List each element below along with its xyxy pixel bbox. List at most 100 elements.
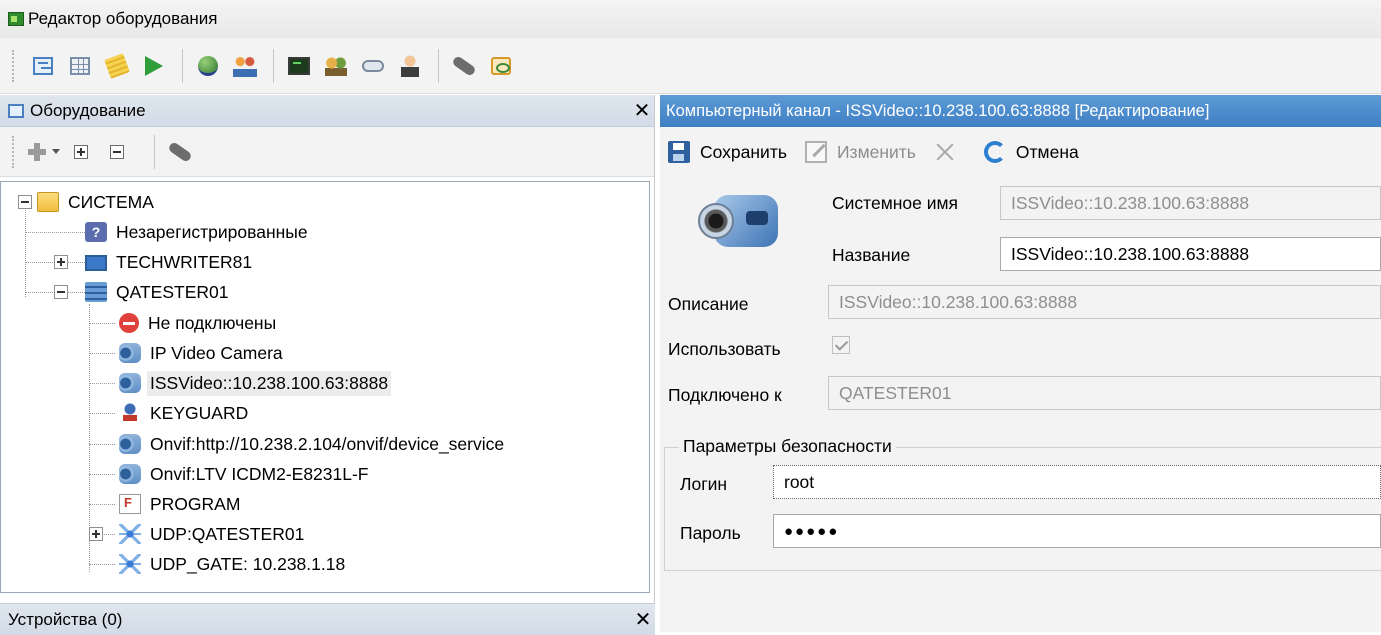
tree-node-qatester[interactable]: QATESTER01 [85, 277, 232, 307]
group-button[interactable] [319, 49, 353, 83]
tree-node-label: PROGRAM [150, 493, 241, 514]
save-icon [668, 141, 690, 163]
tree-line [89, 474, 115, 475]
system-name-label: Системное имя [832, 193, 959, 213]
system-name-field[interactable]: ISSVideo::10.238.100.63:8888 [1000, 186, 1381, 220]
tree-line [89, 564, 115, 565]
equipment-tree: СИСТЕМА ? Незарегистрированные TECHWRITE… [0, 181, 650, 593]
devices-panel-header: Устройства (0) ✕ [0, 603, 655, 635]
person-icon [401, 54, 419, 77]
pen-icon [451, 54, 477, 77]
edit-button[interactable]: Изменить [804, 141, 916, 163]
tree-node-label: UDP:QATESTER01 [150, 523, 305, 544]
toolbar-grip[interactable] [12, 135, 16, 168]
settings-button[interactable] [163, 135, 197, 169]
drive-button[interactable] [356, 49, 390, 83]
monitor-button[interactable] [282, 49, 316, 83]
save-button[interactable]: Сохранить [668, 141, 787, 163]
password-field[interactable]: ●●●●● [773, 514, 1381, 548]
tree-node-not-connected[interactable]: Не подключены [119, 308, 279, 338]
window-titlebar: Редактор оборудования [0, 0, 1381, 38]
connected-field[interactable]: QATESTER01 [828, 376, 1381, 410]
undo-icon [983, 141, 1006, 163]
camera-icon [119, 464, 141, 484]
tree-node-issvideo[interactable]: ISSVideo::10.238.100.63:8888 [119, 368, 392, 398]
tree-line [89, 383, 115, 384]
flag-button[interactable] [137, 49, 171, 83]
description-label: Описание [668, 294, 749, 314]
tree-line [25, 202, 26, 297]
tree-node-unregistered[interactable]: ? Незарегистрированные [85, 217, 311, 247]
users-button[interactable] [228, 49, 262, 83]
tree-node-label: KEYGUARD [150, 402, 249, 423]
login-label: Логин [680, 474, 728, 494]
camera-icon [119, 343, 141, 363]
edit-label: Изменить [836, 141, 916, 162]
globe-button[interactable] [191, 49, 225, 83]
tree-node-udp-gate[interactable]: UDP_GATE: 10.238.1.18 [119, 549, 348, 579]
grid-view-button[interactable] [63, 49, 97, 83]
collapse-all-button[interactable] [110, 144, 124, 159]
tree-node-label: СИСТЕМА [68, 191, 154, 212]
notes-icon [104, 52, 130, 79]
tree-collapse-toggle[interactable] [54, 285, 68, 299]
tree-expand-toggle[interactable] [89, 527, 103, 541]
tree-node-system[interactable]: СИСТЕМА [37, 187, 157, 217]
add-button[interactable] [26, 141, 48, 163]
keyguard-icon [119, 403, 141, 423]
notes-button[interactable] [100, 49, 134, 83]
person-button[interactable] [393, 49, 427, 83]
expand-all-button[interactable] [74, 144, 88, 159]
camera-icon [119, 434, 141, 454]
close-icon[interactable]: ✕ [630, 98, 654, 123]
flag-icon [145, 55, 163, 76]
tree-collapse-toggle[interactable] [18, 195, 32, 209]
security-title: Параметры безопасности [679, 436, 896, 457]
tree-node-label: IP Video Camera [150, 342, 283, 363]
tree-node-techwriter[interactable]: TECHWRITER81 [85, 247, 255, 277]
question-icon: ? [85, 222, 107, 242]
folder-icon [37, 192, 59, 212]
tree-node-onvif-ltv[interactable]: Onvif:LTV ICDM2-E8231L-F [119, 459, 372, 489]
use-checkbox[interactable] [832, 336, 850, 354]
tree-node-label: ISSVideo::10.238.100.63:8888 [147, 370, 392, 396]
cancel-button[interactable]: Отмена [983, 141, 1079, 163]
close-icon[interactable]: ✕ [631, 607, 655, 632]
editor-actions: Сохранить Изменить Отмена [660, 127, 1381, 177]
toolbar-grip[interactable] [12, 49, 16, 82]
equipment-subtoolbar [0, 127, 654, 177]
network-icon [119, 554, 141, 574]
card-button[interactable] [484, 49, 518, 83]
pen-button[interactable] [447, 49, 481, 83]
tree-node-label: Onvif:LTV ICDM2-E8231L-F [150, 463, 369, 484]
name-field[interactable]: ISSVideo::10.238.100.63:8888 [1000, 237, 1381, 271]
tree-view-button[interactable] [26, 49, 60, 83]
tree-node-label: TECHWRITER81 [116, 251, 253, 272]
login-field[interactable]: root [773, 465, 1381, 499]
tree-node-program[interactable]: PROGRAM [119, 489, 243, 519]
tree-expand-toggle[interactable] [54, 255, 68, 269]
delete-button[interactable] [934, 141, 966, 163]
grid-icon [70, 56, 90, 75]
tree-node-keyguard[interactable]: KEYGUARD [119, 398, 251, 428]
connected-label: Подключено к [668, 385, 782, 405]
chevron-down-icon[interactable] [52, 149, 60, 154]
tree-line [89, 323, 115, 324]
tree-node-ip-camera[interactable]: IP Video Camera [119, 338, 286, 368]
cancel-label: Отмена [1015, 141, 1079, 162]
tree-node-udp-qatester[interactable]: UDP:QATESTER01 [119, 519, 307, 549]
save-label: Сохранить [700, 141, 787, 162]
use-label: Использовать [668, 339, 781, 359]
tree-line [89, 504, 115, 505]
tree-line [25, 232, 85, 233]
tree-node-label: UDP_GATE: 10.238.1.18 [150, 553, 346, 574]
tree-node-onvif-http[interactable]: Onvif:http://10.238.2.104/onvif/device_s… [119, 429, 507, 459]
devices-panel-title: Устройства (0) [8, 609, 123, 629]
description-field[interactable]: ISSVideo::10.238.100.63:8888 [828, 285, 1381, 319]
network-icon [119, 524, 141, 544]
computer-icon [85, 255, 107, 271]
drive-icon [362, 59, 384, 72]
card-icon [491, 56, 511, 75]
toolbar-separator [273, 48, 274, 83]
tree-icon [8, 103, 24, 118]
